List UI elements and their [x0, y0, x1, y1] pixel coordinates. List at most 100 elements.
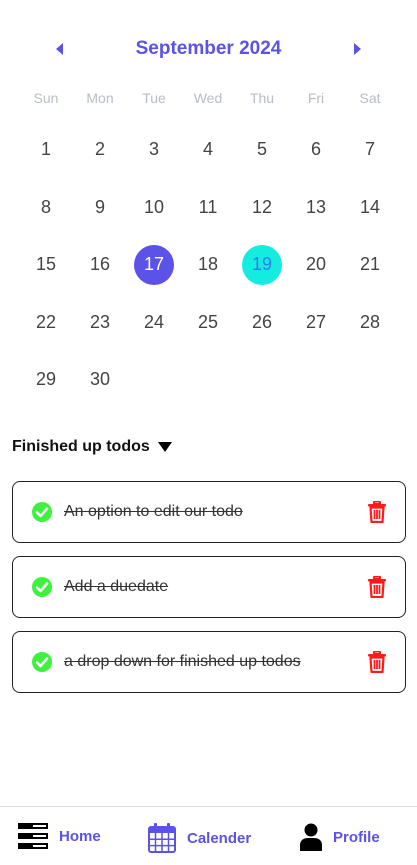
calendar-empty-cell — [289, 360, 343, 418]
calendar-day[interactable]: 10 — [127, 188, 181, 246]
calendar-day[interactable]: 23 — [73, 303, 127, 361]
calendar-day[interactable]: 18 — [181, 245, 235, 303]
todo-text: An option to edit our todo — [64, 503, 243, 520]
day-number: 16 — [89, 254, 111, 274]
check-circle-icon — [32, 652, 52, 672]
bottom-nav: Home Calender Profile — [0, 806, 417, 865]
calendar-header: September 2024 — [0, 34, 417, 66]
weekday-label: Thu — [249, 90, 275, 106]
day-number: 5 — [256, 139, 267, 159]
calendar-empty-cell — [181, 360, 235, 418]
trash-icon[interactable] — [368, 576, 386, 598]
check-circle-icon — [32, 577, 52, 597]
calendar-day[interactable]: 8 — [19, 188, 73, 246]
calendar-day[interactable]: 13 — [289, 188, 343, 246]
nav-profile[interactable]: Profile — [300, 823, 380, 851]
calendar-day-today[interactable]: 19 — [235, 245, 289, 303]
day-number: 25 — [197, 311, 219, 332]
day-number: 26 — [251, 311, 273, 332]
home-menu-icon — [18, 823, 48, 849]
day-number: 4 — [202, 139, 213, 159]
day-number: 30 — [89, 369, 111, 389]
check-circle-icon — [32, 502, 52, 522]
nav-calendar[interactable]: Calender — [148, 823, 251, 853]
caret-down-icon — [157, 442, 172, 452]
day-number: 21 — [359, 254, 381, 274]
day-number: 29 — [35, 369, 57, 389]
calendar-icon — [148, 823, 176, 853]
calendar-day[interactable]: 1 — [19, 130, 73, 188]
calendar-days-grid: 1 2 3 4 5 6 7 8 9 10 11 12 13 14 15 16 17 18 19 20 21 22 23 24 2… — [19, 130, 397, 418]
day-number: 3 — [148, 139, 159, 159]
calendar-empty-cell — [235, 360, 289, 418]
todo-item: a drop down for finished up todos — [12, 631, 406, 693]
calendar-day[interactable]: 7 — [343, 130, 397, 188]
weekday-label: Sun — [33, 90, 59, 106]
weekday-label: Fri — [307, 90, 325, 106]
todo-text: a drop down for finished up todos — [64, 653, 301, 670]
day-number: 7 — [364, 139, 375, 159]
todo-text: Add a duedate — [64, 578, 169, 595]
calendar-empty-cell — [127, 360, 181, 418]
todo-item: An option to edit our todo — [12, 481, 406, 543]
day-number: 19 — [251, 254, 273, 274]
user-icon — [300, 823, 322, 851]
nav-label: Profile — [333, 828, 380, 846]
calendar-day[interactable]: 15 — [19, 245, 73, 303]
day-number: 15 — [35, 254, 57, 274]
day-number: 27 — [305, 311, 327, 332]
nav-label: Calender — [187, 829, 252, 847]
calendar-day[interactable]: 27 — [289, 303, 343, 361]
trash-icon[interactable] — [368, 651, 386, 673]
day-number: 20 — [305, 254, 327, 274]
calendar-day[interactable]: 3 — [127, 130, 181, 188]
calendar-day[interactable]: 25 — [181, 303, 235, 361]
calendar-day[interactable]: 14 — [343, 188, 397, 246]
day-number: 2 — [94, 139, 105, 159]
day-number: 6 — [310, 139, 321, 159]
day-number: 11 — [198, 196, 218, 217]
day-number: 17 — [143, 254, 165, 274]
calendar-day[interactable]: 26 — [235, 303, 289, 361]
weekday-label: Sat — [359, 90, 381, 106]
weekday-header: Sun Mon Tue Wed Thu Fri Sat — [19, 90, 397, 106]
calendar-empty-cell — [343, 360, 397, 418]
calendar-day[interactable]: 21 — [343, 245, 397, 303]
nav-label: Home — [59, 827, 101, 845]
day-number: 8 — [40, 196, 51, 217]
nav-home[interactable]: Home — [18, 823, 101, 849]
calendar-day[interactable]: 9 — [73, 188, 127, 246]
day-number: 14 — [359, 196, 381, 217]
calendar-day[interactable]: 22 — [19, 303, 73, 361]
finished-todos-toggle[interactable]: Finished up todos — [12, 438, 172, 456]
calendar-day[interactable]: 4 — [181, 130, 235, 188]
calendar-day[interactable]: 30 — [73, 360, 127, 418]
day-number: 1 — [40, 139, 51, 159]
calendar-day[interactable]: 11 — [181, 188, 235, 246]
day-number: 24 — [143, 311, 165, 332]
day-number: 28 — [359, 311, 381, 332]
calendar-day-selected[interactable]: 17 — [127, 245, 181, 303]
todo-item: Add a duedate — [12, 556, 406, 618]
weekday-label: Mon — [86, 90, 114, 106]
calendar-day[interactable]: 6 — [289, 130, 343, 188]
weekday-label: Tue — [142, 90, 166, 106]
calendar-day[interactable]: 12 — [235, 188, 289, 246]
calendar-day[interactable]: 2 — [73, 130, 127, 188]
calendar-day[interactable]: 29 — [19, 360, 73, 418]
day-number: 12 — [251, 196, 273, 217]
calendar-day[interactable]: 5 — [235, 130, 289, 188]
finished-todo-list: An option to edit our todo Add a duedate — [12, 481, 406, 706]
chevron-right-icon[interactable] — [351, 42, 363, 56]
day-number: 9 — [94, 196, 105, 217]
calendar-day[interactable]: 20 — [289, 245, 343, 303]
day-number: 10 — [143, 196, 165, 217]
day-number: 22 — [35, 311, 57, 332]
calendar-day[interactable]: 16 — [73, 245, 127, 303]
day-number: 13 — [305, 196, 327, 217]
day-number: 23 — [89, 311, 111, 332]
trash-icon[interactable] — [368, 501, 386, 523]
section-title: Finished up todos — [12, 438, 150, 455]
calendar-day[interactable]: 28 — [343, 303, 397, 361]
calendar-day[interactable]: 24 — [127, 303, 181, 361]
